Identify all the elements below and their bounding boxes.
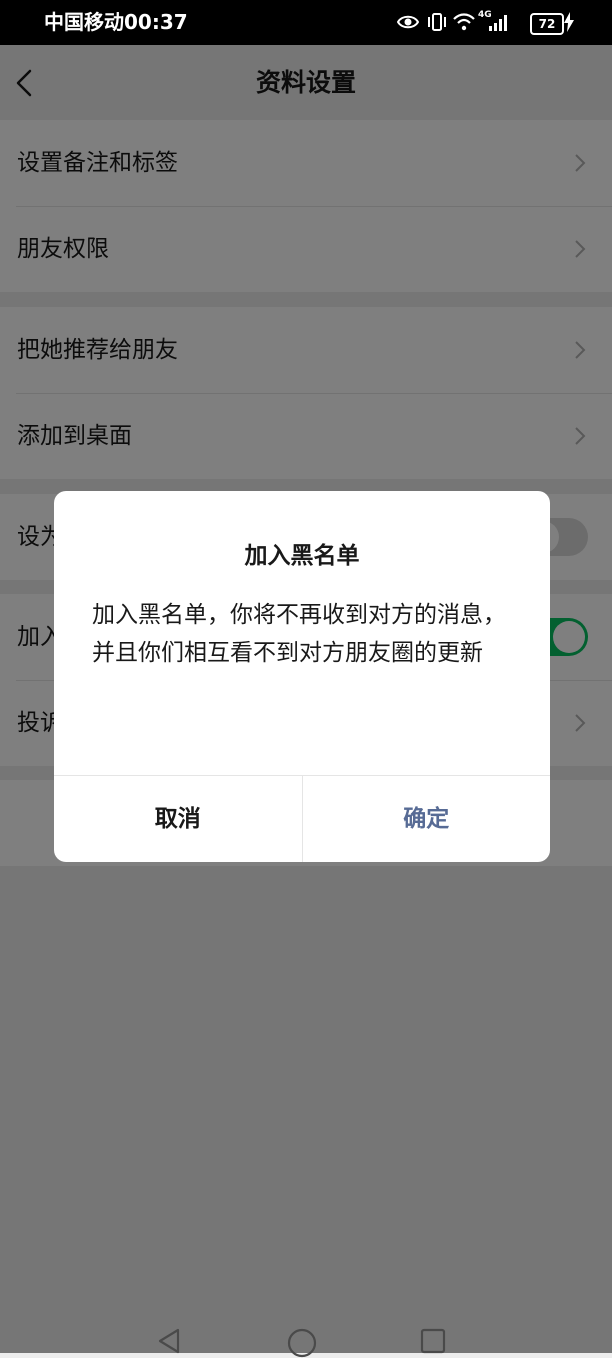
battery-level: 72 bbox=[538, 17, 556, 31]
blacklist-dialog: 加入黑名单 加入黑名单，你将不再收到对方的消息，并且你们相互看不到对方朋友圈的更… bbox=[54, 491, 550, 862]
wifi-icon bbox=[453, 13, 475, 31]
cancel-button[interactable]: 取消 bbox=[54, 776, 303, 862]
recents-square-icon[interactable] bbox=[420, 1328, 446, 1354]
eye-icon bbox=[397, 15, 419, 29]
confirm-button[interactable]: 确定 bbox=[303, 776, 551, 862]
signal-icon bbox=[489, 15, 507, 31]
dialog-title: 加入黑名单 bbox=[244, 543, 360, 569]
home-circle-icon[interactable] bbox=[287, 1328, 317, 1358]
status-bar: 中国移动00:37 4G 72 bbox=[0, 0, 612, 45]
charging-icon bbox=[564, 12, 574, 32]
vibrate-icon bbox=[428, 13, 446, 31]
battery-icon: 72 bbox=[530, 13, 564, 35]
dialog-message: 加入黑名单，你将不再收到对方的消息，并且你们相互看不到对方朋友圈的更新 bbox=[92, 602, 506, 666]
back-triangle-icon[interactable] bbox=[156, 1328, 182, 1354]
carrier-time: 中国移动00:37 bbox=[44, 10, 188, 34]
system-nav-bar bbox=[0, 1320, 612, 1358]
dialog-button-bar: 取消 确定 bbox=[54, 775, 550, 862]
